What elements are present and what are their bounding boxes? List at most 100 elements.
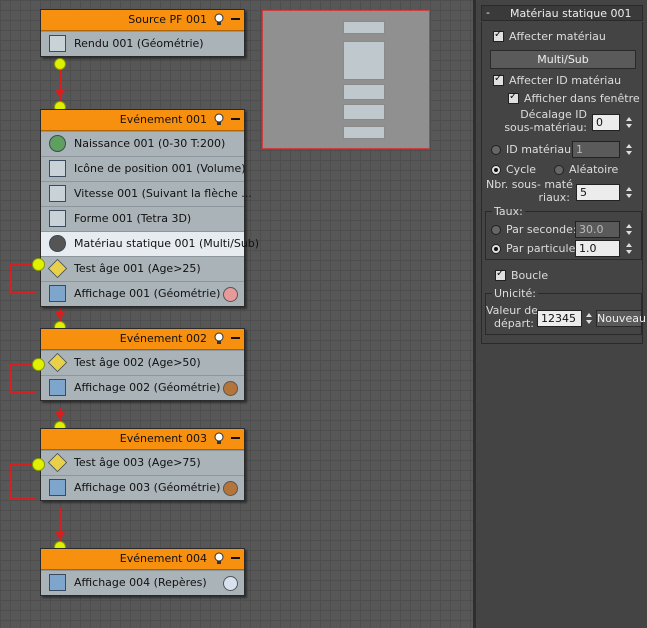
per-second-label: Par seconde: — [506, 223, 577, 236]
new-seed-button[interactable]: Nouveau — [596, 310, 646, 327]
particle-view-canvas[interactable]: Source PF 001 Rendu 001 (Géométrie) Evén… — [0, 0, 473, 628]
per-second-input[interactable]: 30.0 — [575, 221, 620, 238]
display-icon — [49, 574, 66, 591]
operator-row[interactable]: Affichage 003 (Géométrie) — [41, 475, 244, 500]
parameters-panel: - Matériau statique 001 Affecter matéria… — [476, 0, 647, 628]
loop-wire — [10, 464, 36, 500]
material-id-input[interactable]: 1 — [572, 141, 620, 158]
loop-checkbox[interactable] — [495, 268, 506, 281]
event-004[interactable]: Evénement 004 Affichage 004 (Repères) — [40, 548, 245, 596]
rollout-header[interactable]: - Matériau statique 001 — [481, 5, 643, 21]
operator-row[interactable]: Affichage 004 (Repères) — [41, 570, 244, 595]
assign-material-id-checkbox[interactable] — [493, 73, 504, 86]
operator-label: Affichage 003 (Géométrie) — [74, 481, 221, 494]
submat-offset-label: sous-matériau: — [504, 121, 587, 134]
seed-label: départ: — [493, 317, 534, 330]
display-color-swatch[interactable] — [223, 481, 238, 496]
lightbulb-icon[interactable] — [213, 113, 225, 126]
overview-block — [343, 104, 385, 120]
operator-row[interactable]: Test âge 003 (Age>75) — [41, 450, 244, 475]
material-icon — [49, 235, 66, 252]
assign-material-checkbox[interactable] — [493, 29, 504, 42]
event-header[interactable]: Evénement 001 — [41, 110, 244, 131]
display-color-swatch[interactable] — [223, 287, 238, 302]
wire-arrow — [55, 412, 65, 420]
overview-map[interactable] — [262, 10, 430, 149]
per-particle-input[interactable]: 1.0 — [575, 240, 620, 257]
operator-row[interactable]: Affichage 002 (Géométrie) — [41, 375, 244, 400]
material-id-spinner[interactable] — [624, 141, 634, 158]
operator-row-selected[interactable]: Matériau statique 001 (Multi/Sub) — [41, 231, 259, 256]
operator-row[interactable]: Icône de position 001 (Volume) — [41, 156, 246, 181]
event-source[interactable]: Source PF 001 Rendu 001 (Géométrie) — [40, 9, 245, 57]
collapse-icon[interactable] — [231, 18, 240, 20]
lightbulb-icon[interactable] — [213, 13, 225, 26]
overview-block — [343, 126, 385, 139]
collapse-icon[interactable] — [231, 437, 240, 439]
submat-offset-input[interactable]: 0 — [592, 114, 620, 131]
num-submats-label: riaux: — [538, 191, 570, 204]
display-color-swatch[interactable] — [223, 381, 238, 396]
operator-row[interactable]: Naissance 001 (0-30 T:200) — [41, 131, 244, 156]
collapse-icon[interactable] — [231, 118, 240, 120]
wire-arrow — [55, 312, 65, 320]
operator-row[interactable]: Affichage 001 (Géométrie) — [41, 281, 244, 306]
operator-row[interactable]: Rendu 001 (Géométrie) — [41, 31, 244, 56]
per-second-radio[interactable] — [491, 225, 501, 235]
test-output-node[interactable] — [32, 358, 45, 371]
uniqueness-group-title: Unicité: — [492, 287, 538, 300]
lightbulb-icon[interactable] — [213, 432, 225, 445]
seed-input[interactable]: 12345 — [537, 310, 582, 327]
rollout-collapse-icon[interactable]: - — [486, 6, 490, 19]
event-header[interactable]: Evénement 003 — [41, 429, 244, 450]
output-node[interactable] — [54, 58, 66, 70]
operator-row[interactable]: Forme 001 (Tetra 3D) — [41, 206, 244, 231]
num-submats-label: Nbr. sous- maté — [486, 178, 573, 191]
material-button[interactable]: Multi/Sub — [490, 50, 636, 69]
shape-icon — [49, 210, 66, 227]
event-header[interactable]: Source PF 001 — [41, 10, 244, 31]
operator-label: Affichage 004 (Repères) — [74, 576, 207, 589]
material-id-radio[interactable] — [491, 145, 501, 155]
per-particle-spinner[interactable] — [624, 240, 634, 257]
submat-offset-label: Décalage ID — [520, 108, 587, 121]
event-001[interactable]: Evénement 001 Naissance 001 (0-30 T:200)… — [40, 109, 259, 307]
event-title: Evénement 001 — [119, 113, 207, 126]
event-title: Evénement 003 — [119, 432, 207, 445]
loop-wire — [10, 364, 36, 394]
display-color-swatch[interactable] — [223, 576, 238, 591]
position-icon — [49, 160, 66, 177]
num-submats-spinner[interactable] — [624, 184, 634, 201]
cycle-label: Cycle — [506, 163, 537, 176]
test-output-node[interactable] — [32, 458, 45, 471]
age-test-icon — [47, 352, 68, 373]
lightbulb-icon[interactable] — [213, 552, 225, 565]
event-003[interactable]: Evénement 003 Test âge 003 (Age>75) Affi… — [40, 428, 245, 501]
operator-row[interactable]: Test âge 002 (Age>50) — [41, 350, 244, 375]
lightbulb-icon[interactable] — [213, 332, 225, 345]
wire-arrow — [55, 90, 65, 98]
random-radio[interactable] — [554, 165, 564, 175]
show-in-viewport-checkbox[interactable] — [508, 91, 519, 104]
operator-label: Naissance 001 (0-30 T:200) — [74, 137, 226, 150]
num-submats-input[interactable]: 5 — [576, 184, 620, 201]
test-output-node[interactable] — [32, 258, 45, 271]
operator-row[interactable]: Vitesse 001 (Suivant la flèche ... — [41, 181, 252, 206]
event-header[interactable]: Evénement 002 — [41, 329, 244, 350]
overview-block — [343, 21, 385, 34]
collapse-icon[interactable] — [231, 337, 240, 339]
event-header[interactable]: Evénement 004 — [41, 549, 244, 570]
submat-offset-spinner[interactable] — [624, 114, 634, 131]
per-particle-radio[interactable] — [491, 244, 501, 254]
per-second-spinner[interactable] — [624, 221, 634, 238]
operator-row[interactable]: Test âge 001 (Age>25) — [41, 256, 244, 281]
seed-spinner[interactable] — [584, 310, 594, 327]
collapse-icon[interactable] — [231, 557, 240, 559]
operator-label: Forme 001 (Tetra 3D) — [74, 212, 192, 225]
birth-icon — [49, 135, 66, 152]
cycle-radio[interactable] — [491, 165, 501, 175]
overview-block — [343, 84, 385, 100]
event-002[interactable]: Evénement 002 Test âge 002 (Age>50) Affi… — [40, 328, 245, 401]
wire-arrow — [55, 532, 65, 540]
display-icon — [49, 379, 66, 396]
